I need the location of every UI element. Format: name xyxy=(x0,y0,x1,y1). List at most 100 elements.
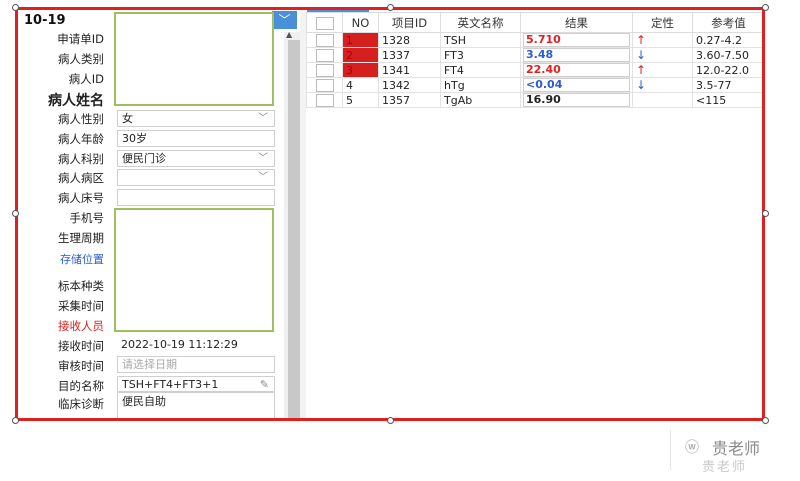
date-header: 10-19 xyxy=(24,13,66,28)
watermark-subtext: 贵老师 xyxy=(702,460,748,475)
label-receive-time: 接收时间 xyxy=(58,339,104,353)
cell-english-name: FT3 xyxy=(440,47,521,63)
cell-qualitative: ↑ xyxy=(632,32,693,48)
result-value[interactable]: <0.04 xyxy=(523,78,630,92)
storage-location-link[interactable]: 存储位置 xyxy=(18,251,104,267)
scroll-up-icon[interactable]: ▲ xyxy=(286,30,292,39)
patient-info-box[interactable] xyxy=(114,12,274,106)
row-checkbox-cell[interactable] xyxy=(306,77,343,93)
review-time-datepicker[interactable]: 请选择日期 xyxy=(117,356,275,373)
flag-arrow-icon: ↑ xyxy=(636,63,647,77)
edit-pen-icon[interactable]: ✎ xyxy=(260,377,269,392)
cell-result[interactable]: 22.40 xyxy=(520,62,633,78)
label-gender: 病人性别 xyxy=(58,112,104,126)
cell-result[interactable]: 3.48 xyxy=(520,47,633,63)
row-checkbox-cell[interactable] xyxy=(306,32,343,48)
resize-handle[interactable] xyxy=(387,4,394,11)
column-header-english-name[interactable]: 英文名称 xyxy=(440,12,521,33)
label-patient-id: 病人ID xyxy=(68,72,104,86)
label-department: 病人科别 xyxy=(58,152,104,166)
checkbox[interactable] xyxy=(315,78,334,92)
cell-no: 3 xyxy=(342,62,379,78)
purpose-value: TSH+FT4+FT3+1 xyxy=(122,378,219,391)
diagnosis-textarea[interactable]: 便民自助 xyxy=(117,391,275,418)
specimen-info-box[interactable] xyxy=(114,208,274,332)
patient-form-panel: 10-19 ﹀ 申请单ID 病人类别 病人ID 病人姓名 病人性别 女 ﹀ 病人年… xyxy=(18,10,300,418)
label-receiver: 接收人员 xyxy=(58,319,104,333)
column-header-reference[interactable]: 参考值 xyxy=(692,12,762,33)
resize-handle[interactable] xyxy=(387,417,394,424)
result-value[interactable]: 16.90 xyxy=(523,93,630,107)
cell-qualitative: ↓ xyxy=(632,77,693,93)
cell-qualitative: ↑ xyxy=(632,62,693,78)
resize-handle[interactable] xyxy=(762,417,769,424)
bed-field[interactable] xyxy=(117,189,275,206)
label-purpose: 目的名称 xyxy=(58,379,104,393)
label-patient-name: 病人姓名 xyxy=(48,93,104,109)
gender-select[interactable]: 女 ﹀ xyxy=(117,110,275,127)
checkbox[interactable] xyxy=(315,33,334,47)
flag-arrow-icon: ↑ xyxy=(636,33,647,47)
column-header-qualitative[interactable]: 定性 xyxy=(632,12,693,33)
department-value: 便民门诊 xyxy=(122,152,166,165)
age-field[interactable]: 30岁 xyxy=(117,130,275,147)
cell-reference: 3.60-7.50 xyxy=(692,47,762,63)
result-value[interactable]: 3.48 xyxy=(523,48,630,62)
cell-no: 1 xyxy=(342,32,379,48)
chevron-down-icon: ﹀ xyxy=(258,153,268,164)
watermark-divider xyxy=(670,430,671,470)
chevron-down-icon: ﹀ xyxy=(278,13,291,27)
cell-item-id: 1341 xyxy=(378,62,441,78)
resize-handle[interactable] xyxy=(762,4,769,11)
row-checkbox-cell[interactable] xyxy=(306,92,343,108)
form-scrollbar-thumb[interactable] xyxy=(288,40,300,418)
checkbox[interactable] xyxy=(315,16,334,30)
wechat-icon: ⓦ xyxy=(685,440,699,456)
table-row[interactable]: 4 1342 hTg <0.04 ↓ 3.5-77 xyxy=(306,77,762,93)
chevron-down-icon: ﹀ xyxy=(258,172,268,183)
cell-result[interactable]: 5.710 xyxy=(520,32,633,48)
label-patient-type: 病人类别 xyxy=(58,52,104,66)
label-bed: 病人床号 xyxy=(58,191,104,205)
label-age: 病人年龄 xyxy=(58,132,104,146)
checkbox[interactable] xyxy=(315,63,334,77)
result-value[interactable]: 5.710 xyxy=(523,33,630,47)
column-header-item-id[interactable]: 项目ID xyxy=(378,12,441,33)
column-header-no[interactable]: NO xyxy=(342,12,379,33)
resize-handle[interactable] xyxy=(12,417,19,424)
table-row[interactable]: 5 1357 TgAb 16.90 <115 xyxy=(306,92,762,108)
table-row[interactable]: 2 1337 FT3 3.48 ↓ 3.60-7.50 xyxy=(306,47,762,63)
cell-result[interactable]: <0.04 xyxy=(520,77,633,93)
label-specimen: 标本种类 xyxy=(58,279,104,293)
chevron-down-icon: ﹀ xyxy=(258,113,268,124)
checkbox[interactable] xyxy=(315,93,334,107)
cell-reference: 0.27-4.2 xyxy=(692,32,762,48)
cell-item-id: 1357 xyxy=(378,92,441,108)
cell-english-name: FT4 xyxy=(440,62,521,78)
resize-handle[interactable] xyxy=(12,210,19,217)
resize-handle[interactable] xyxy=(12,4,19,11)
cell-no: 2 xyxy=(342,47,379,63)
column-header-result[interactable]: 结果 xyxy=(520,12,633,33)
cell-no: 4 xyxy=(342,77,379,93)
cell-result[interactable]: 16.90 xyxy=(520,92,633,108)
ward-select[interactable]: ﹀ xyxy=(117,169,275,186)
lis-window: 10-19 ﹀ 申请单ID 病人类别 病人ID 病人姓名 病人性别 女 ﹀ 病人年… xyxy=(15,7,765,421)
cell-item-id: 1337 xyxy=(378,47,441,63)
checkbox[interactable] xyxy=(315,48,334,62)
date-dropdown-button[interactable]: ﹀ xyxy=(272,11,297,29)
resize-handle[interactable] xyxy=(762,210,769,217)
table-row[interactable]: 3 1341 FT4 22.40 ↑ 12.0-22.0 xyxy=(306,62,762,78)
row-checkbox-cell[interactable] xyxy=(306,47,343,63)
select-all-header[interactable] xyxy=(306,12,343,33)
label-phone: 手机号 xyxy=(69,211,105,225)
cell-item-id: 1342 xyxy=(378,77,441,93)
label-cycle: 生理周期 xyxy=(58,231,104,245)
cell-reference: 3.5-77 xyxy=(692,77,762,93)
result-value[interactable]: 22.40 xyxy=(523,63,630,77)
row-checkbox-cell[interactable] xyxy=(306,62,343,78)
receive-time-field[interactable]: 2022-10-19 11:12:29 xyxy=(117,337,275,354)
department-select[interactable]: 便民门诊 ﹀ xyxy=(117,150,275,167)
table-row[interactable]: 1 1328 TSH 5.710 ↑ 0.27-4.2 xyxy=(306,32,762,48)
results-table: NO 项目ID 英文名称 结果 定性 参考值 1 1328 TSH 5.710 ↑ 0.2… xyxy=(306,12,762,108)
